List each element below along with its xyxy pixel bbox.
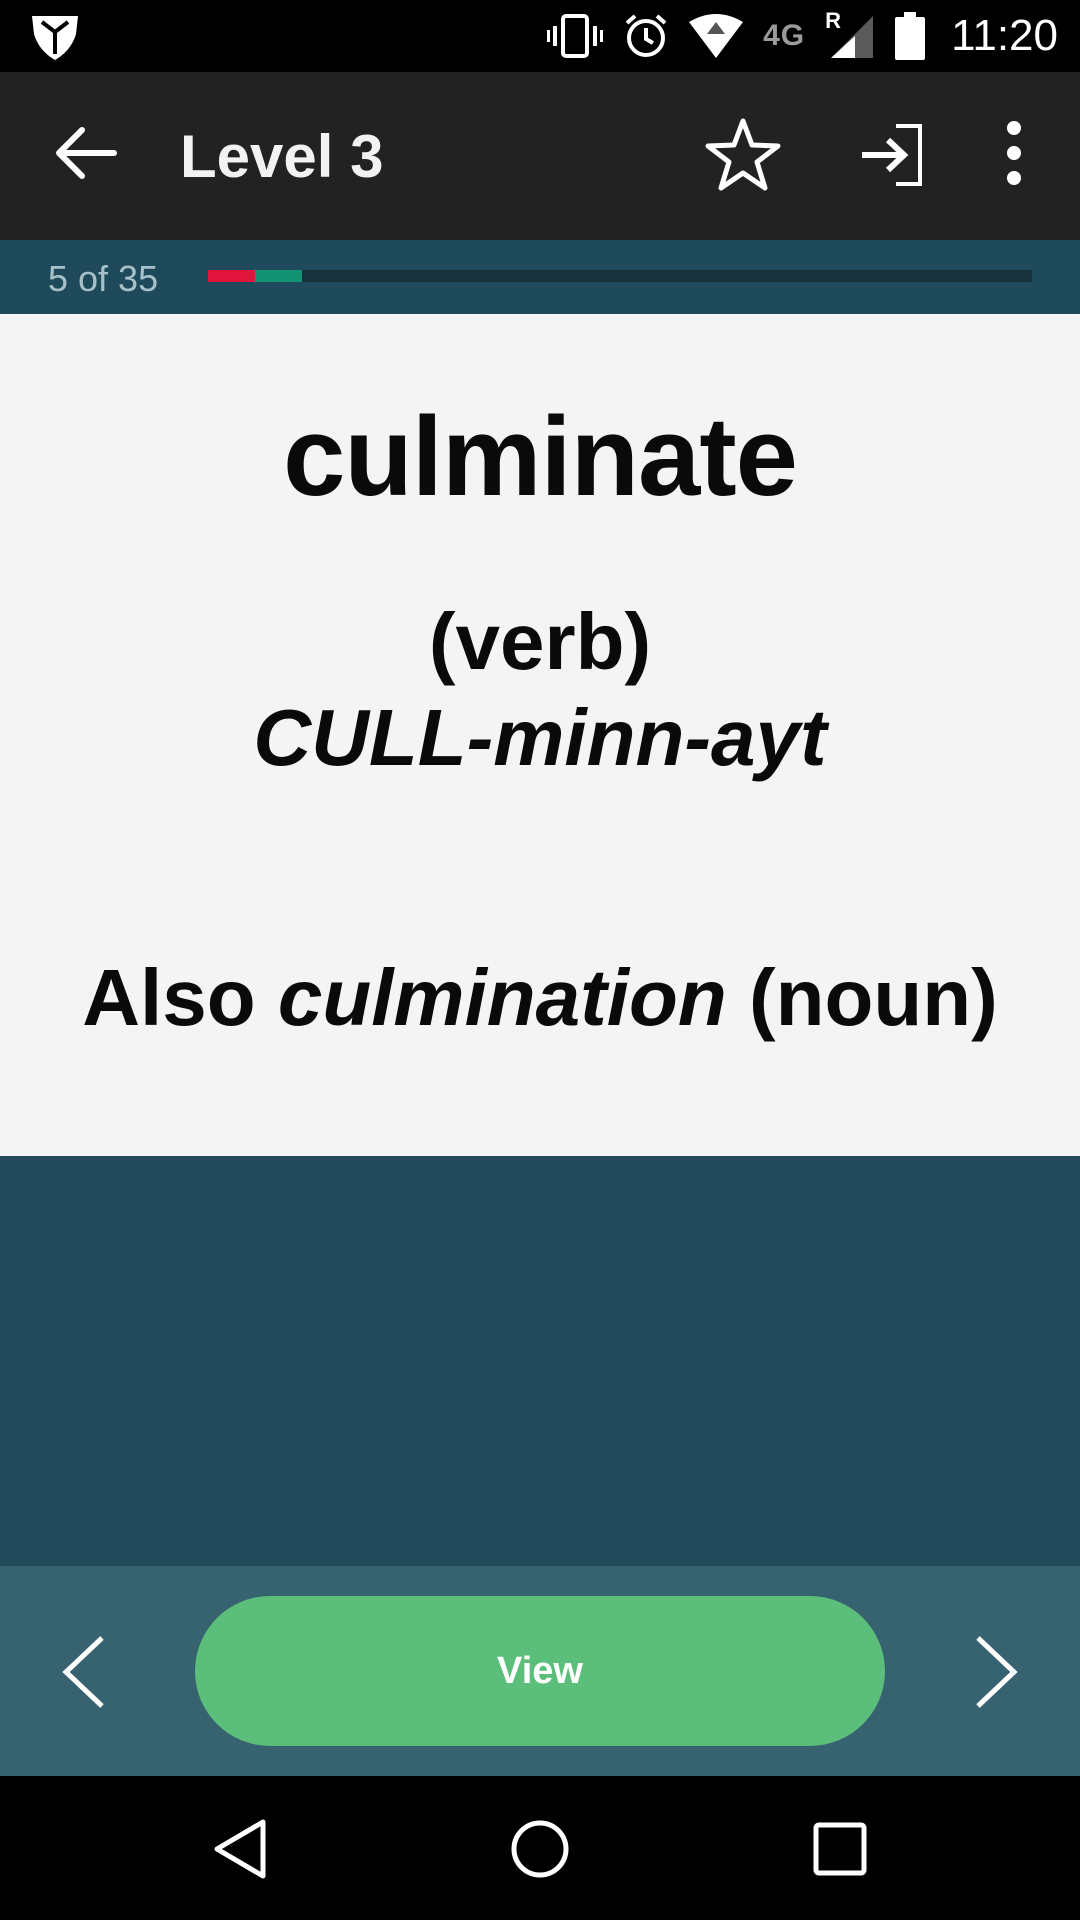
chevron-left-icon[interactable] xyxy=(58,1634,108,1710)
related-form-word: culmination xyxy=(277,953,727,1042)
view-button[interactable]: View xyxy=(195,1596,885,1746)
network-type-label: 4G xyxy=(763,19,806,52)
more-vert-icon[interactable] xyxy=(994,118,1034,188)
nav-back-icon[interactable] xyxy=(205,1814,275,1884)
pronunciation: CULL-minn-ayt xyxy=(253,693,827,782)
progress-fill-correct xyxy=(255,270,302,282)
related-form-prefix: Also xyxy=(82,953,278,1042)
page-title: Level 3 xyxy=(180,123,384,190)
nav-recents-icon[interactable] xyxy=(805,1814,875,1884)
battery-icon xyxy=(895,12,926,60)
clock: 11:20 xyxy=(951,11,1058,60)
status-icons: 4G R 11:20 xyxy=(547,0,1058,72)
vibrate-icon xyxy=(547,14,604,58)
nav-home-icon[interactable] xyxy=(505,1814,575,1884)
star-icon[interactable] xyxy=(704,116,782,194)
related-form-suffix: (noun) xyxy=(726,953,998,1042)
flashcard: culminate (verb) CULL-minn-ayt Also culm… xyxy=(0,314,1080,1156)
part-of-speech: (verb) xyxy=(428,597,652,686)
answer-area xyxy=(0,1156,1080,1566)
back-arrow-icon[interactable] xyxy=(50,118,120,188)
status-bar: 4G R 11:20 xyxy=(0,0,1080,72)
wifi-icon xyxy=(689,14,744,58)
shield-icon xyxy=(32,16,78,60)
signal-icon: R xyxy=(825,8,875,58)
chevron-right-icon[interactable] xyxy=(972,1634,1022,1710)
action-bar: View xyxy=(0,1566,1080,1776)
progress-count: 5 of 35 xyxy=(48,258,159,299)
enter-icon[interactable] xyxy=(858,120,928,190)
alarm-icon xyxy=(625,14,667,57)
progress-bar xyxy=(208,270,1032,282)
related-form: Also culmination (noun) xyxy=(0,952,1080,1044)
flashcard-word: culminate xyxy=(283,394,798,519)
system-navigation-bar xyxy=(0,1776,1080,1920)
app-bar: Level 3 xyxy=(0,72,1080,240)
progress-fill-incorrect xyxy=(208,270,255,282)
